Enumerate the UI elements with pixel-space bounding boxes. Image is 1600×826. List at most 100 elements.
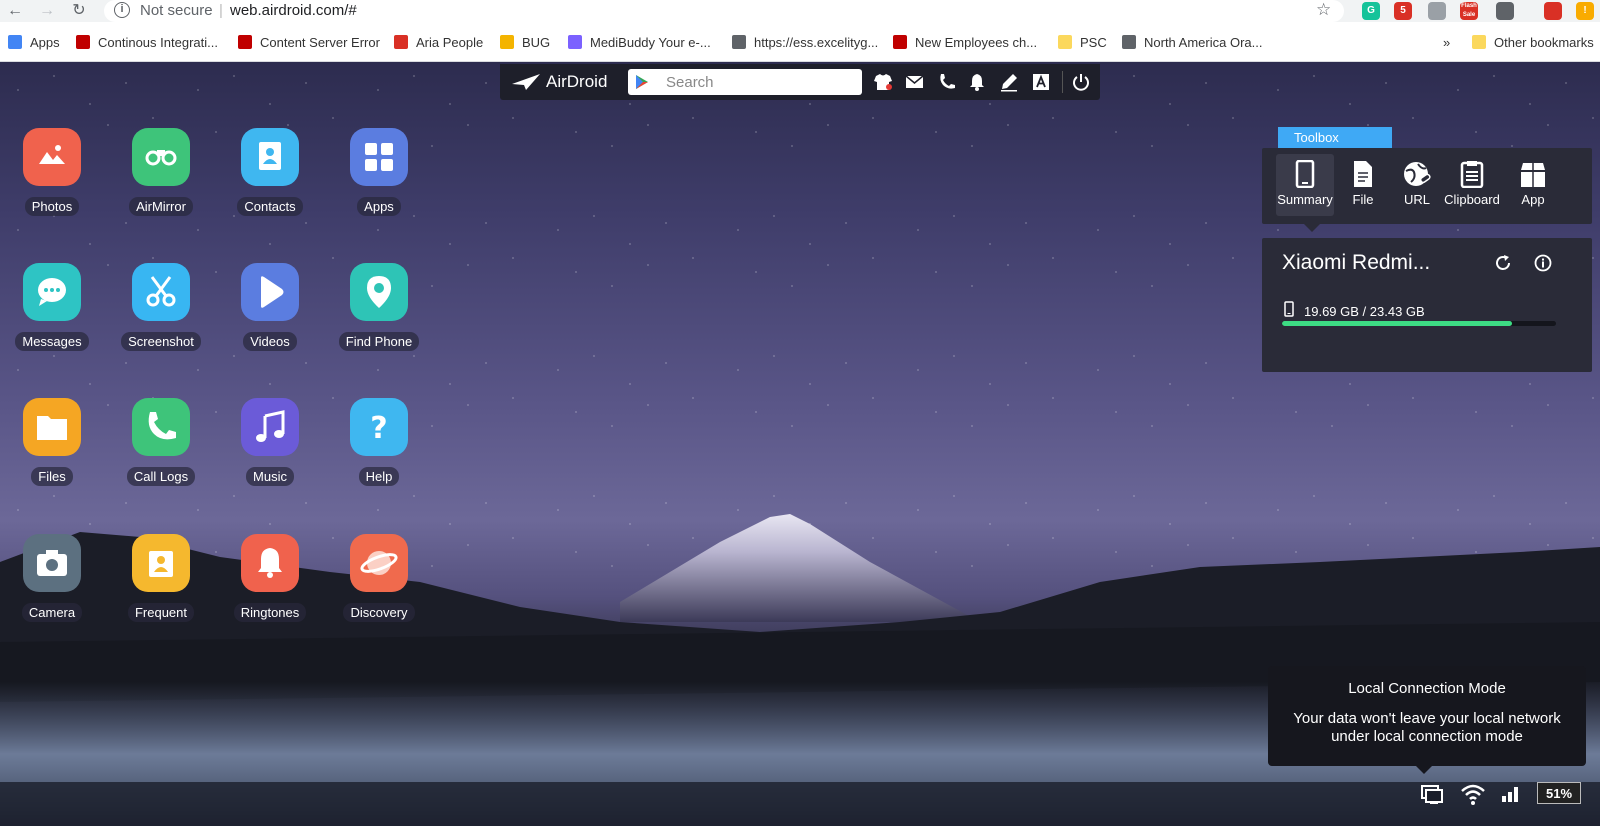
toolbox-panel: Summary File URL Clipboard App: [1262, 148, 1592, 224]
app-messages[interactable]: Messages: [2, 263, 102, 373]
extension-cart-icon[interactable]: [1428, 2, 1446, 20]
bookmark-item[interactable]: PSC: [1058, 32, 1107, 52]
search-box[interactable]: [628, 69, 862, 95]
app-label-text: Apps: [357, 197, 401, 216]
url-text[interactable]: web.airdroid.com/#: [230, 2, 357, 19]
file-icon: [1354, 161, 1372, 187]
tool-label: File: [1352, 192, 1374, 207]
app-label: Videos: [220, 332, 320, 351]
app-label-text: Messages: [15, 332, 89, 351]
toolbox-pointer: [1304, 224, 1320, 232]
bookmark-item[interactable]: MediBuddy Your e-...: [568, 32, 711, 52]
extension-calendar-icon[interactable]: [1496, 2, 1514, 20]
google-play-icon: [636, 75, 648, 89]
local-connection-icon[interactable]: [1420, 782, 1444, 806]
music-icon: [241, 398, 299, 456]
app-call-logs[interactable]: Call Logs: [111, 398, 211, 508]
app-apps[interactable]: Apps: [329, 128, 429, 238]
app-label-text: Screenshot: [121, 332, 201, 351]
app-music[interactable]: Music: [220, 398, 320, 508]
extension-offer-icon[interactable]: [1544, 2, 1562, 20]
search-input[interactable]: [664, 72, 858, 92]
reload-button[interactable]: ↻: [68, 1, 90, 21]
app-help[interactable]: ? Help: [329, 398, 429, 508]
extension-grammarly-icon[interactable]: G: [1362, 2, 1380, 20]
app-label-text: Find Phone: [338, 332, 420, 351]
tool-summary[interactable]: Summary: [1276, 154, 1334, 216]
toolbox-tab[interactable]: Toolbox: [1278, 127, 1392, 149]
tool-label: Summary: [1277, 192, 1333, 207]
extension-ext-badge-icon[interactable]: 5: [1394, 2, 1412, 20]
app-label-text: Ringtones: [233, 603, 307, 622]
frequent-icon: [132, 534, 190, 592]
notice-body: Your data won't leave your local network…: [1293, 710, 1561, 745]
pencil-icon[interactable]: [998, 71, 1020, 93]
airdroid-plane-icon: [512, 74, 540, 90]
bookmark-item[interactable]: Apps: [8, 32, 60, 52]
bell-icon[interactable]: [966, 71, 988, 93]
files-icon: [23, 398, 81, 456]
extension-alert-icon[interactable]: !: [1576, 2, 1594, 20]
security-label: Not secure: [140, 2, 213, 19]
app-label: Contacts: [220, 197, 320, 216]
info-circle-icon[interactable]: [1534, 254, 1552, 272]
refresh-icon[interactable]: [1494, 254, 1512, 272]
app-label-text: Frequent: [127, 603, 195, 622]
find-phone-icon: [350, 263, 408, 321]
app-label-text: Camera: [21, 603, 83, 622]
bookmark-favicon-icon: [500, 35, 514, 49]
tool-file[interactable]: File: [1334, 154, 1392, 216]
storage-phone-icon: [1284, 301, 1294, 317]
bookmark-star-icon[interactable]: ☆: [1316, 0, 1331, 20]
app-label: Frequent: [111, 603, 211, 622]
bookmark-favicon-icon: [1122, 35, 1136, 49]
bookmark-item[interactable]: North America Ora...: [1122, 32, 1262, 52]
phone-icon[interactable]: [936, 71, 958, 93]
app-screenshot[interactable]: Screenshot: [111, 263, 211, 373]
back-button[interactable]: ←: [4, 1, 26, 21]
app-label: Apps: [329, 197, 429, 216]
extension-flash-sale-icon[interactable]: Flash Sale: [1460, 2, 1478, 20]
photos-icon: [23, 128, 81, 186]
storage-text: 19.69 GB / 23.43 GB: [1304, 304, 1425, 319]
app-find-phone[interactable]: Find Phone: [329, 263, 429, 373]
info-icon[interactable]: i: [114, 2, 130, 18]
app-photos[interactable]: Photos: [2, 128, 102, 238]
toolbar-divider: [1062, 71, 1063, 93]
sms-icon[interactable]: [904, 71, 926, 93]
bookmark-favicon-icon: [394, 35, 408, 49]
bookmark-item[interactable]: BUG: [500, 32, 550, 52]
tool-clipboard[interactable]: Clipboard: [1442, 154, 1502, 216]
bookmark-favicon-icon: [732, 35, 746, 49]
bookmark-item[interactable]: Aria People: [394, 32, 483, 52]
app-frequent[interactable]: Frequent: [111, 534, 211, 644]
app-airmirror[interactable]: AirMirror: [111, 128, 211, 238]
app-videos[interactable]: Videos: [220, 263, 320, 373]
app-files[interactable]: Files: [2, 398, 102, 508]
battery-indicator: 51%: [1537, 782, 1581, 804]
tool-app[interactable]: App: [1506, 154, 1560, 216]
app-package-icon: [1521, 163, 1545, 187]
shirt-icon[interactable]: [872, 71, 894, 93]
bookmark-item[interactable]: Continous Integrati...: [76, 32, 218, 52]
bookmark-item[interactable]: New Employees ch...: [893, 32, 1037, 52]
forward-button[interactable]: →: [36, 1, 58, 21]
app-label: Call Logs: [111, 467, 211, 486]
airdroid-logo: AirDroid: [512, 71, 607, 93]
tool-url[interactable]: URL: [1388, 154, 1446, 216]
omnibox[interactable]: i Not secure | web.airdroid.com/#: [104, 0, 1344, 22]
app-label-text: Call Logs: [126, 467, 196, 486]
bookmarks-overflow[interactable]: »: [1443, 32, 1450, 52]
other-bookmarks[interactable]: Other bookmarks: [1472, 32, 1594, 52]
bookmark-item[interactable]: Content Server Error: [238, 32, 380, 52]
app-ringtones[interactable]: Ringtones: [220, 534, 320, 644]
app-camera[interactable]: Camera: [2, 534, 102, 644]
bookmark-label: New Employees ch...: [915, 34, 1038, 50]
app-label: Camera: [2, 603, 102, 622]
app-discovery[interactable]: Discovery: [329, 534, 429, 644]
app-contacts[interactable]: Contacts: [220, 128, 320, 238]
bookmark-item[interactable]: https://ess.excelityg...: [732, 32, 878, 52]
font-icon[interactable]: [1030, 71, 1052, 93]
bookmark-label: BUG: [522, 34, 551, 50]
power-icon[interactable]: [1070, 71, 1092, 93]
